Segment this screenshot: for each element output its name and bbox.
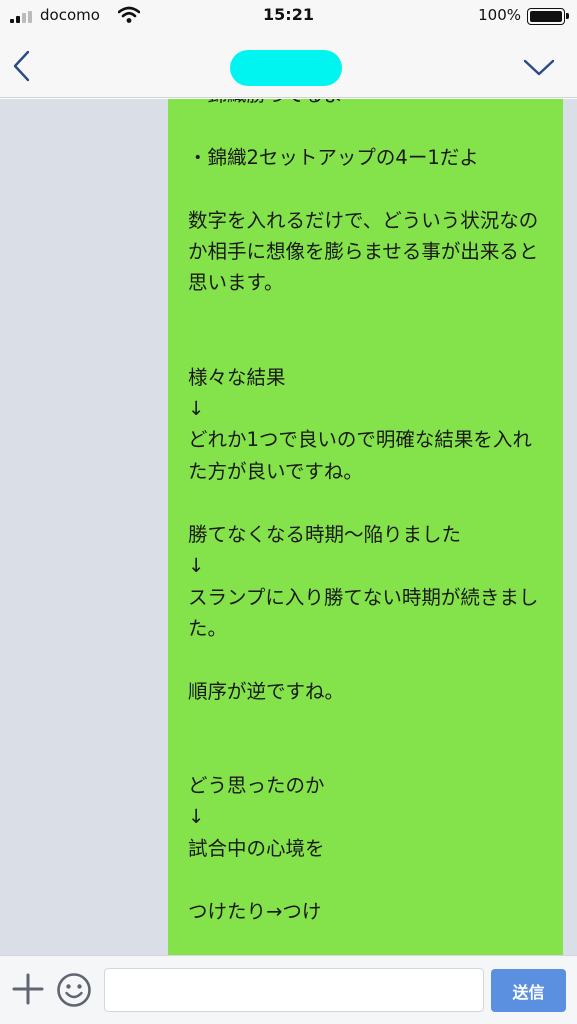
- message-bubble[interactable]: ・錦織勝ってるよ ・錦織2セットアップの4ー1だよ 数字を入れるだけで、どういう…: [168, 99, 563, 955]
- message-text: ・錦織勝ってるよ ・錦織2セットアップの4ー1だよ 数字を入れるだけで、どういう…: [188, 99, 539, 923]
- back-icon[interactable]: [8, 48, 36, 84]
- message-input[interactable]: [104, 968, 484, 1012]
- contact-name-redacted[interactable]: [230, 50, 342, 86]
- input-bar: 送信: [0, 955, 577, 1024]
- battery-icon: [527, 8, 569, 25]
- emoji-icon[interactable]: [56, 972, 92, 1008]
- status-bar: docomo 15:21 100%: [0, 0, 577, 34]
- nav-bar: [0, 34, 577, 98]
- battery-percent: 100%: [478, 6, 521, 24]
- dropdown-icon[interactable]: [522, 56, 556, 78]
- send-button[interactable]: 送信: [491, 969, 566, 1012]
- chat-area[interactable]: ・錦織勝ってるよ ・錦織2セットアップの4ー1だよ 数字を入れるだけで、どういう…: [0, 99, 577, 955]
- add-icon[interactable]: [12, 973, 44, 1005]
